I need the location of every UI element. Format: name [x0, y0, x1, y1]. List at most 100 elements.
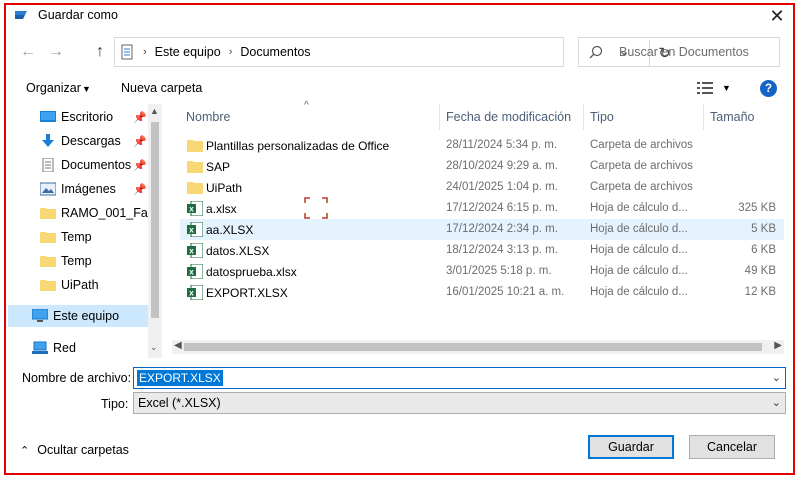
file-type: Hoja de cálculo d...: [590, 265, 688, 277]
file-type-select[interactable]: Excel (*.XLSX) ⌄: [133, 392, 786, 414]
navigation-pane: Escritorio 📌 Descargas 📌 Documentos 📌 Im…: [8, 104, 164, 358]
svg-text:x: x: [189, 268, 194, 277]
pin-icon[interactable]: 📌: [133, 159, 147, 172]
cancel-button[interactable]: Cancelar: [689, 435, 775, 459]
scroll-left-icon[interactable]: ◀: [174, 340, 182, 351]
up-arrow-icon[interactable]: ↑: [88, 40, 112, 64]
horizontal-scrollbar[interactable]: ◀ ▶: [172, 340, 784, 354]
file-name: UiPath: [206, 181, 243, 195]
chevron-up-icon: ⌃: [20, 445, 30, 457]
caret-down-icon[interactable]: ▼: [82, 84, 91, 94]
sidebar-item-este-equipo[interactable]: Este equipo: [8, 305, 148, 327]
sidebar-item-descargas[interactable]: Descargas 📌: [8, 130, 148, 152]
sidebar-item-imagenes[interactable]: Imágenes 📌: [8, 178, 148, 200]
sidebar-item-label: Escritorio: [61, 110, 114, 124]
scroll-right-icon[interactable]: ▶: [774, 340, 782, 351]
folder-icon: [40, 208, 56, 219]
svg-text:x: x: [189, 247, 194, 256]
svg-text:x: x: [189, 205, 194, 214]
sidebar-item-temp[interactable]: Temp: [8, 226, 148, 248]
svg-text:x: x: [189, 226, 194, 235]
file-size: 12 KB: [744, 286, 776, 298]
window-title: Guardar como: [38, 8, 118, 22]
sidebar-item-uipath[interactable]: UiPath: [8, 274, 148, 296]
sidebar-item-temp-2[interactable]: Temp: [8, 250, 148, 272]
view-options-icon[interactable]: [697, 81, 713, 95]
folder-icon: [187, 140, 203, 152]
pin-icon[interactable]: 📌: [133, 183, 147, 196]
sidebar-item-ramo[interactable]: RAMO_001_Fact: [8, 202, 158, 224]
svg-text:x: x: [189, 289, 194, 298]
sidebar-item-label: RAMO_001_Fact: [61, 206, 158, 220]
file-row[interactable]: x a.xlsx 17/12/2024 6:15 p. m. Hoja de c…: [180, 198, 784, 219]
caret-down-icon[interactable]: ▼: [722, 83, 731, 93]
command-bar: Organizar ▼ Nueva carpeta ▼ ?: [0, 74, 800, 102]
breadcrumb-este-equipo[interactable]: Este equipo: [155, 45, 221, 59]
excel-file-icon: x: [187, 222, 203, 237]
sidebar-item-label: UiPath: [61, 278, 99, 292]
close-icon[interactable]: ✕: [754, 0, 800, 32]
chevron-right-icon: ›: [228, 46, 233, 58]
scroll-thumb[interactable]: [151, 122, 159, 318]
file-name: datosprueba.xlsx: [206, 265, 297, 279]
search-input[interactable]: Buscar en Documentos: [578, 37, 780, 67]
column-header-date[interactable]: Fecha de modificación: [440, 104, 584, 130]
file-type-value: Excel (*.XLSX): [138, 396, 221, 410]
chevron-down-icon[interactable]: ⌄: [772, 396, 781, 409]
file-date: 17/12/2024 2:34 p. m.: [446, 223, 558, 235]
column-header-size[interactable]: Tamaño: [704, 104, 784, 130]
back-arrow-icon[interactable]: ←: [16, 40, 40, 64]
title-bar: Guardar como ✕: [0, 0, 800, 32]
save-button[interactable]: Guardar: [588, 435, 674, 459]
pin-icon[interactable]: 📌: [133, 111, 147, 124]
folder-icon: [40, 280, 56, 291]
scroll-down-icon[interactable]: ⌄: [150, 342, 158, 353]
breadcrumb-documentos[interactable]: Documentos: [240, 45, 310, 59]
file-row[interactable]: x aa.XLSX 17/12/2024 2:34 p. m. Hoja de …: [180, 219, 784, 240]
file-date: 17/12/2024 6:15 p. m.: [446, 202, 558, 214]
folder-icon: [40, 232, 56, 243]
sidebar-item-red[interactable]: Red: [8, 337, 148, 358]
sidebar-scrollbar[interactable]: ▲ ⌄: [148, 104, 162, 358]
new-folder-button[interactable]: Nueva carpeta: [121, 81, 202, 95]
file-row[interactable]: x datos.XLSX 18/12/2024 3:13 p. m. Hoja …: [180, 240, 784, 261]
download-icon: [42, 134, 54, 147]
file-type: Carpeta de archivos: [590, 160, 693, 172]
search-placeholder: Buscar en Documentos: [619, 45, 749, 59]
file-row[interactable]: UiPath 24/01/2025 1:04 p. m. Carpeta de …: [180, 177, 784, 198]
sidebar-item-label: Descargas: [61, 134, 121, 148]
file-size: 5 KB: [751, 223, 776, 235]
chevron-down-icon[interactable]: ⌄: [772, 371, 781, 384]
column-header-type[interactable]: Tipo: [584, 104, 704, 130]
organize-button[interactable]: Organizar: [26, 81, 81, 95]
filename-field[interactable]: EXPORT.XLSX ⌄: [133, 367, 786, 389]
file-row[interactable]: Plantillas personalizadas de Office 28/1…: [180, 135, 784, 156]
hide-folders-button[interactable]: ⌃ Ocultar carpetas: [20, 443, 129, 457]
file-type: Carpeta de archivos: [590, 139, 693, 151]
help-icon[interactable]: ?: [760, 80, 777, 97]
sidebar-item-documentos[interactable]: Documentos 📌: [8, 154, 148, 176]
pin-icon[interactable]: 📌: [133, 135, 147, 148]
search-icon: [589, 45, 603, 59]
excel-file-icon: x: [187, 243, 203, 258]
folder-icon: [40, 256, 56, 267]
sidebar-item-label: Temp: [61, 254, 92, 268]
column-header-name[interactable]: Nombre: [180, 104, 440, 130]
filename-value[interactable]: EXPORT.XLSX: [137, 370, 223, 386]
file-name: SAP: [206, 160, 231, 174]
file-type: Hoja de cálculo d...: [590, 202, 688, 214]
file-type: Carpeta de archivos: [590, 181, 693, 193]
excel-file-icon: x: [187, 264, 203, 279]
sidebar-item-escritorio[interactable]: Escritorio 📌: [8, 106, 148, 128]
file-date: 3/01/2025 5:18 p. m.: [446, 265, 552, 277]
file-row[interactable]: x datosprueba.xlsx 3/01/2025 5:18 p. m. …: [180, 261, 784, 282]
scroll-thumb[interactable]: [184, 343, 762, 351]
folder-icon: [187, 182, 203, 194]
file-name: Plantillas personalizadas de Office: [206, 139, 390, 153]
file-row[interactable]: x EXPORT.XLSX 16/01/2025 10:21 a. m. Hoj…: [180, 282, 784, 303]
scroll-up-icon[interactable]: ▲: [150, 106, 159, 116]
address-bar[interactable]: › Este equipo › Documentos ⌄ ↻: [114, 37, 671, 67]
file-list: ^ Nombre Fecha de modificación Tipo Tama…: [164, 100, 784, 358]
file-row[interactable]: SAP 28/10/2024 9:29 a. m. Carpeta de arc…: [180, 156, 784, 177]
forward-arrow-icon[interactable]: →: [44, 40, 68, 64]
